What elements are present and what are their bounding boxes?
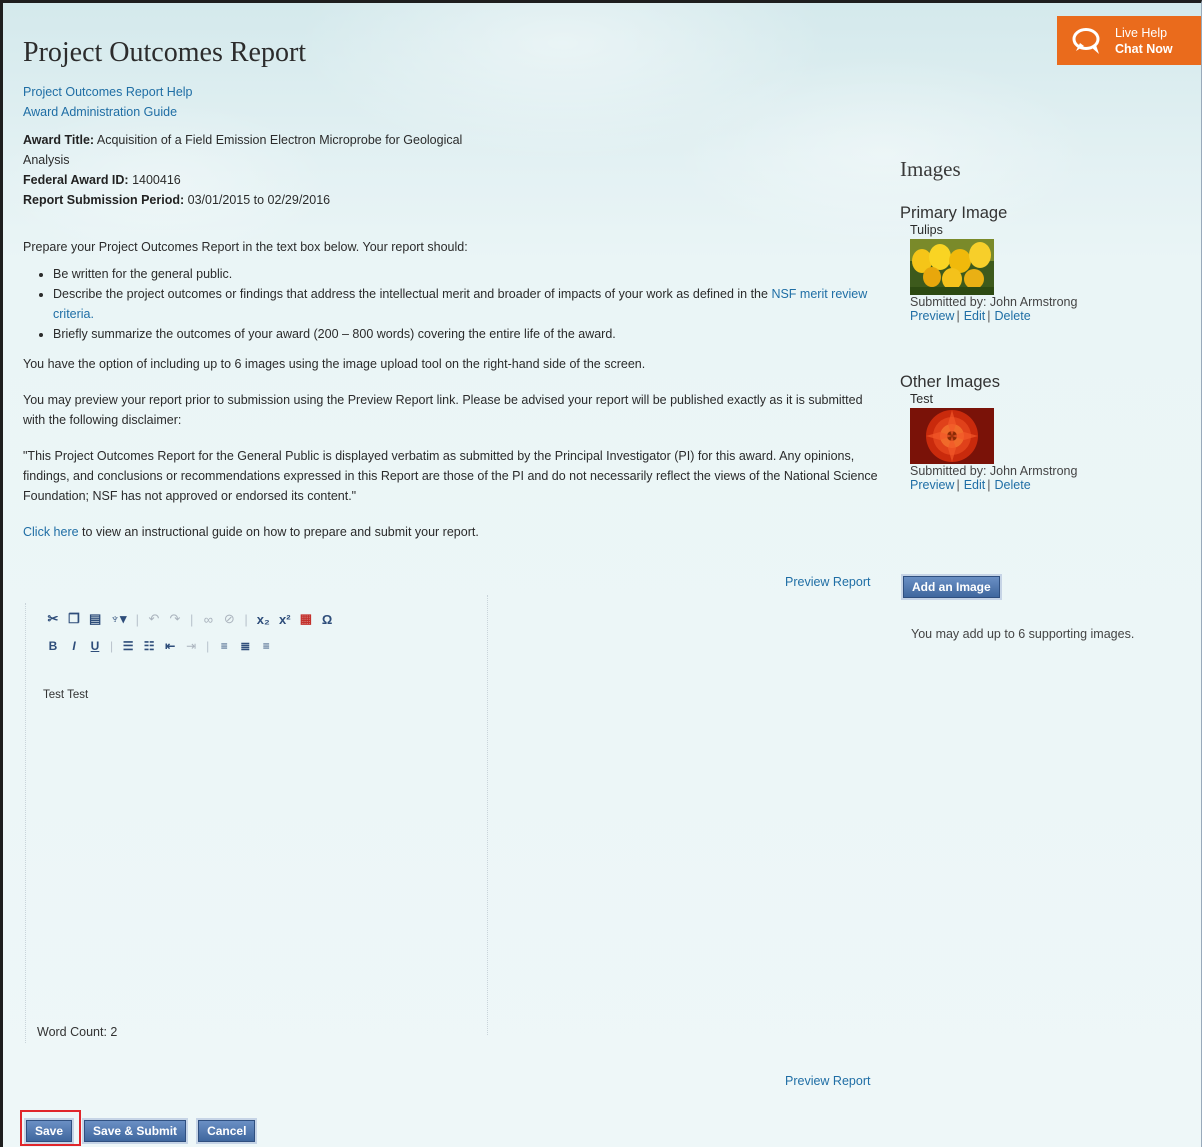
other-image-submitted-by: Submitted by: John Armstrong xyxy=(910,464,1078,478)
preview-report-link-top[interactable]: Preview Report xyxy=(785,575,870,589)
primary-image-heading: Primary Image xyxy=(900,204,1008,222)
table-icon[interactable]: ▦ xyxy=(300,611,312,627)
page-title: Project Outcomes Report xyxy=(23,37,307,68)
align-left-icon[interactable]: ≡ xyxy=(218,639,230,653)
indent-icon[interactable]: ⇥ xyxy=(185,639,197,653)
other-images-heading: Other Images xyxy=(900,373,1000,391)
flower-thumbnail xyxy=(910,408,994,464)
align-right-icon[interactable]: ≡ xyxy=(260,639,272,653)
primary-edit-link[interactable]: Edit xyxy=(964,309,986,323)
other-preview-link[interactable]: Preview xyxy=(910,478,954,492)
chat-now-label: Chat Now xyxy=(1115,41,1173,56)
award-admin-guide-link[interactable]: Award Administration Guide xyxy=(23,105,177,119)
preview-report-link-bottom[interactable]: Preview Report xyxy=(785,1074,870,1088)
report-help-link[interactable]: Project Outcomes Report Help xyxy=(23,85,193,99)
other-image-name: Test xyxy=(910,392,933,406)
italic-icon[interactable]: I xyxy=(68,639,80,653)
save-submit-button[interactable]: Save & Submit xyxy=(82,1118,189,1144)
award-id-label: Federal Award ID: xyxy=(23,173,129,187)
other-edit-link[interactable]: Edit xyxy=(964,478,986,492)
primary-image-actions: Preview | Edit | Delete xyxy=(910,309,1031,323)
copy-icon[interactable]: ❐ xyxy=(68,611,80,627)
other-delete-link[interactable]: Delete xyxy=(995,478,1031,492)
primary-preview-link[interactable]: Preview xyxy=(910,309,954,323)
save-button[interactable]: Save xyxy=(23,1118,75,1144)
submission-period-label: Report Submission Period: xyxy=(23,193,185,207)
page: Project Outcomes Report Project Outcomes… xyxy=(0,0,1202,1147)
instructions-intro: Prepare your Project Outcomes Report in … xyxy=(23,240,468,254)
align-center-icon[interactable]: ≣ xyxy=(239,639,251,653)
paste-icon[interactable]: ▤ xyxy=(89,611,101,627)
primary-delete-link[interactable]: Delete xyxy=(995,309,1031,323)
submission-period-value: 03/01/2015 to 02/29/2016 xyxy=(187,193,331,207)
requirements-list: Be written for the general public. Descr… xyxy=(23,264,883,344)
instructions: Prepare your Project Outcomes Report in … xyxy=(23,237,883,542)
spellcheck-icon[interactable]: ♆▾ xyxy=(110,611,126,627)
word-count: Word Count: 2 xyxy=(37,1025,118,1039)
instructional-guide-link[interactable]: Click here xyxy=(23,525,79,539)
superscript-icon[interactable]: x² xyxy=(279,612,291,627)
cancel-button[interactable]: Cancel xyxy=(196,1118,258,1144)
underline-icon[interactable]: U xyxy=(89,639,101,653)
bold-icon[interactable]: B xyxy=(47,639,59,653)
add-image-note: You may add up to 6 supporting images. xyxy=(911,627,1135,641)
chat-bubble-icon xyxy=(1072,27,1100,54)
tulips-thumbnail xyxy=(910,239,994,295)
award-id-value: 1400416 xyxy=(132,173,181,187)
requirement-item: Briefly summarize the outcomes of your a… xyxy=(53,324,883,344)
undo-icon[interactable]: ↶ xyxy=(148,611,160,627)
other-image-actions: Preview | Edit | Delete xyxy=(910,478,1031,492)
bulleted-list-icon[interactable]: ☷ xyxy=(143,639,155,653)
images-heading: Images xyxy=(900,157,961,181)
preview-note: You may preview your report prior to sub… xyxy=(23,393,863,427)
guide-text: to view an instructional guide on how to… xyxy=(78,525,479,539)
numbered-list-icon[interactable]: ☰ xyxy=(122,639,134,653)
editor-toolbar-row-1: ✂ ❐ ▤ ♆▾ | ↶ ↷ | ∞ ⊘ | x₂ x² ▦ Ω xyxy=(47,611,333,627)
cut-icon[interactable]: ✂ xyxy=(47,611,59,627)
add-image-button[interactable]: Add an Image xyxy=(901,574,1002,600)
report-editor[interactable]: ✂ ❐ ▤ ♆▾ | ↶ ↷ | ∞ ⊘ | x₂ x² ▦ Ω B I U |… xyxy=(25,595,488,1051)
requirement-text: Describe the project outcomes or finding… xyxy=(53,287,772,301)
primary-image-name: Tulips xyxy=(910,223,943,237)
editor-content[interactable]: Test Test xyxy=(43,689,88,701)
live-help-label: Live Help xyxy=(1115,25,1168,40)
special-char-icon[interactable]: Ω xyxy=(321,612,333,627)
editor-toolbar-row-2: B I U | ☰ ☷ ⇤ ⇥ | ≡ ≣ ≡ xyxy=(47,639,272,653)
disclaimer: "This Project Outcomes Report for the Ge… xyxy=(23,449,878,503)
live-help-widget[interactable]: Live Help Chat Now xyxy=(1057,16,1201,65)
outdent-icon[interactable]: ⇤ xyxy=(164,639,176,653)
link-icon[interactable]: ∞ xyxy=(202,612,214,627)
footer-buttons: Save Save & Submit Cancel xyxy=(23,1118,258,1144)
unlink-icon[interactable]: ⊘ xyxy=(223,611,235,627)
requirement-item: Be written for the general public. xyxy=(53,264,883,284)
award-title-label: Award Title: xyxy=(23,133,95,147)
redo-icon[interactable]: ↷ xyxy=(169,611,181,627)
images-panel: Images Primary Image Tulips Submitted by… xyxy=(900,157,1190,492)
help-links: Project Outcomes Report Help Award Admin… xyxy=(23,82,193,122)
requirement-item: Describe the project outcomes or finding… xyxy=(53,284,883,324)
guide-line: Click here to view an instructional guid… xyxy=(23,522,883,542)
award-info: Award Title: Acquisition of a Field Emis… xyxy=(23,130,463,210)
images-note: You have the option of including up to 6… xyxy=(23,357,646,371)
primary-image-submitted-by: Submitted by: John Armstrong xyxy=(910,295,1078,309)
subscript-icon[interactable]: x₂ xyxy=(257,612,270,627)
